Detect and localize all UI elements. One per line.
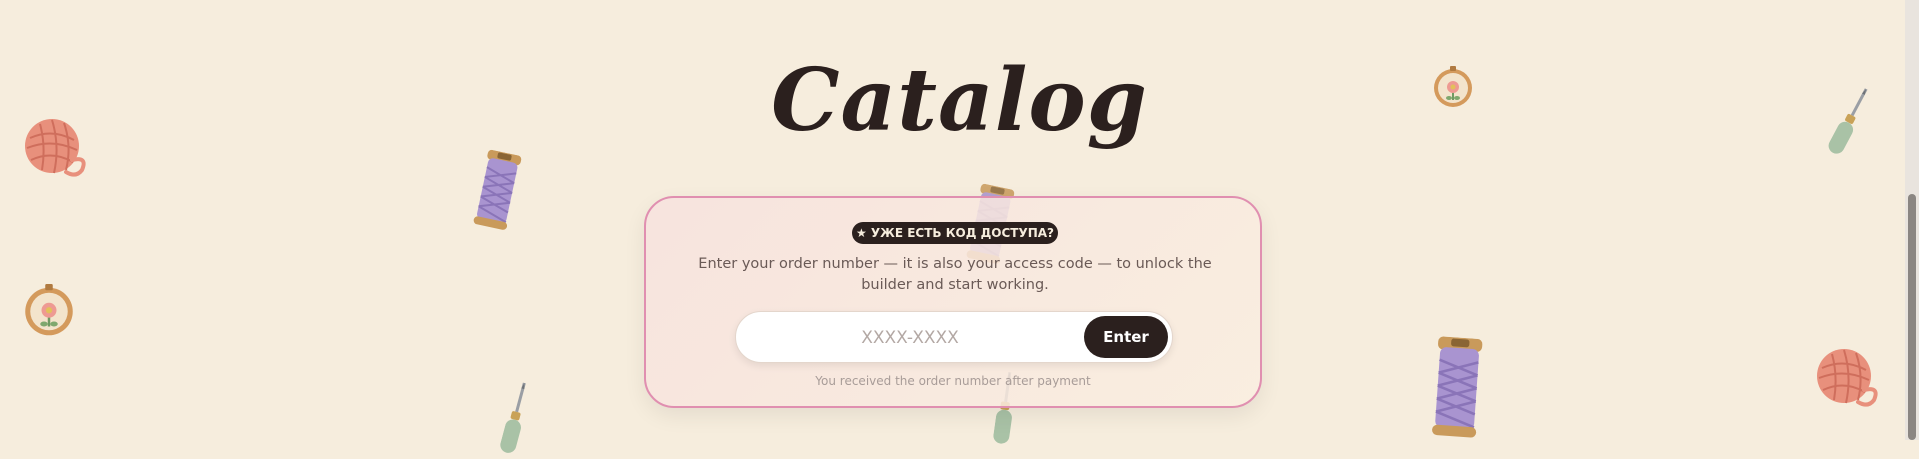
page-scrollbar[interactable] xyxy=(1905,0,1919,440)
access-code-card: ★ УЖЕ ЕСТЬ КОД ДОСТУПА? Enter your order… xyxy=(644,196,1262,408)
enter-button[interactable]: Enter xyxy=(1084,316,1168,358)
page-title: Catalog xyxy=(771,50,1148,151)
thread-spool-icon xyxy=(1430,336,1484,440)
access-code-description: Enter your order number — it is also you… xyxy=(698,256,1212,293)
thread-spool-icon xyxy=(471,148,523,232)
scrollbar-thumb[interactable] xyxy=(1908,194,1916,440)
punch-needle-icon xyxy=(498,380,533,455)
yarn-ball-icon xyxy=(1815,347,1878,407)
order-number-input[interactable] xyxy=(758,312,1062,364)
embroidery-hoop-icon xyxy=(24,284,74,337)
access-code-badge: ★ УЖЕ ЕСТЬ КОД ДОСТУПА? xyxy=(852,222,1058,244)
order-number-form: Enter xyxy=(735,311,1173,364)
order-number-hint: You received the order number after paym… xyxy=(815,374,1091,388)
